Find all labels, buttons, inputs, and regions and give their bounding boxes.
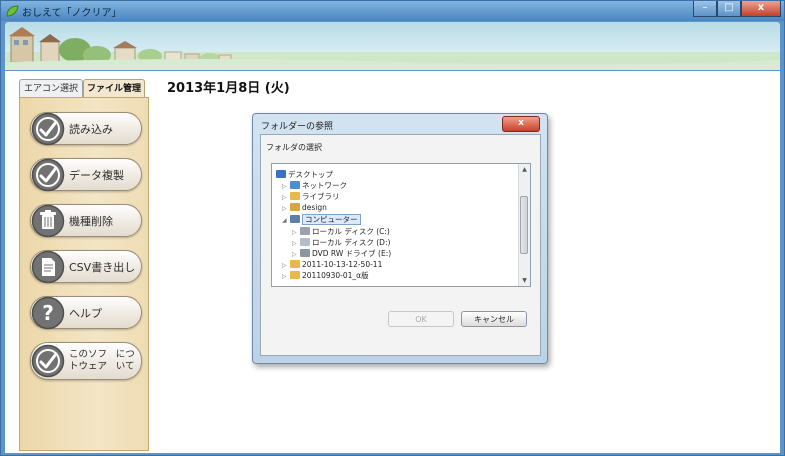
header-banner — [5, 22, 780, 70]
svg-text:?: ? — [42, 301, 54, 325]
tree-item-folder-20110930[interactable]: ▷ 20110930-01_α版 — [282, 270, 369, 282]
csv-export-button[interactable]: CSV書き出し — [30, 250, 142, 284]
current-date: 2013年1月8日 (火) — [167, 81, 290, 96]
dvd-icon — [300, 249, 310, 257]
folder-icon — [290, 271, 300, 279]
computer-icon — [290, 215, 300, 223]
drive-icon — [300, 238, 310, 246]
library-icon — [290, 192, 300, 200]
load-button-label: 読み込み — [69, 122, 113, 136]
about-button[interactable]: このソフトウェア について — [30, 342, 142, 380]
about-label-line2: について — [115, 349, 135, 372]
tab-file-management[interactable]: ファイル管理 — [83, 79, 145, 97]
tree-scrollbar[interactable]: ▲ ▼ — [518, 164, 530, 286]
cancel-button[interactable]: キャンセル — [461, 311, 527, 327]
scrollbar-thumb[interactable] — [520, 196, 528, 254]
trash-icon — [31, 204, 65, 238]
ok-button[interactable]: OK — [388, 311, 454, 327]
load-button[interactable]: 読み込み — [30, 112, 142, 146]
user-folder-icon — [290, 203, 300, 211]
help-button[interactable]: ? ヘルプ — [30, 296, 142, 330]
minimize-button[interactable]: – — [693, 1, 717, 17]
about-button-label: このソフトウェア について — [69, 343, 139, 379]
dialog-body: フォルダの選択 デスクトップ ▷ネットワーク ▷ライブラリ ▷design — [260, 134, 541, 356]
duplicate-data-button[interactable]: データ複製 — [30, 158, 142, 192]
tree-item-label: DVD RW ドライブ (E:) — [312, 249, 392, 258]
about-label-line1: このソフトウェア — [69, 349, 108, 372]
maximize-button[interactable]: □ — [717, 1, 741, 17]
window-controls: – □ x — [693, 1, 781, 18]
desktop-icon — [276, 170, 286, 178]
duplicate-data-button-label: データ複製 — [69, 168, 124, 182]
check-icon — [31, 158, 65, 192]
scroll-up-arrow-icon[interactable]: ▲ — [519, 164, 530, 175]
close-button[interactable]: x — [741, 1, 781, 17]
tree-item-label: ネットワーク — [302, 181, 347, 190]
tree-item-label: デスクトップ — [288, 170, 333, 179]
question-icon: ? — [31, 296, 65, 330]
tree-item-label: ライブラリ — [302, 192, 340, 201]
check-icon — [31, 344, 65, 378]
help-button-label: ヘルプ — [69, 306, 102, 320]
csv-export-button-label: CSV書き出し — [69, 260, 136, 274]
delete-model-button[interactable]: 機種削除 — [30, 204, 142, 238]
dialog-instruction: フォルダの選択 — [266, 143, 322, 152]
tree-item-label: コンピューター — [302, 214, 361, 225]
folder-icon — [290, 260, 300, 268]
tree-item-design[interactable]: ▷ design — [282, 202, 327, 214]
collapse-arrow-icon[interactable]: ◢ — [282, 215, 290, 227]
sidebar-panel: 読み込み データ複製 機種削除 CSV書き出し ? ヘルプ このソフトウェア に… — [19, 97, 149, 451]
window-title: おしえて「ノクリア」 — [22, 8, 122, 19]
scroll-down-arrow-icon[interactable]: ▼ — [519, 275, 530, 286]
drive-icon — [300, 227, 310, 235]
tree-item-label: design — [302, 203, 327, 212]
app-window: おしえて「ノクリア」 – □ x エアコン選択 ファイル管理 読み込み データ複… — [0, 0, 785, 456]
dialog-title: フォルダーの参照 — [261, 122, 334, 132]
tab-aircon-select[interactable]: エアコン選択 — [19, 79, 83, 97]
leaf-icon — [6, 5, 19, 17]
dialog-close-button[interactable]: x — [502, 116, 540, 132]
delete-model-button-label: 機種削除 — [69, 214, 113, 228]
client-area: エアコン選択 ファイル管理 読み込み データ複製 機種削除 CSV書き出し ? … — [5, 71, 780, 453]
tree-item-label: ローカル ディスク (D:) — [312, 238, 391, 247]
tree-item-label: 20110930-01_α版 — [302, 271, 369, 280]
network-icon — [290, 181, 300, 189]
check-icon — [31, 112, 65, 146]
tree-item-label: 2011-10-13-12-50-11 — [302, 260, 383, 269]
tree-item-label: ローカル ディスク (C:) — [312, 227, 390, 236]
folder-browse-dialog: フォルダーの参照 x フォルダの選択 デスクトップ ▷ ネットワーク ▷ ライブラリ… — [252, 113, 548, 364]
tree-item-computer[interactable]: ◢ コンピューター — [282, 214, 361, 226]
townscape-illustration — [5, 27, 780, 70]
document-icon — [31, 250, 65, 284]
folder-tree[interactable]: デスクトップ ▷ ネットワーク ▷ ライブラリ ▷ design ◢ コンピューター — [271, 163, 531, 287]
title-bar[interactable]: おしえて「ノクリア」 – □ x — [1, 1, 784, 21]
expand-arrow-icon[interactable]: ▷ — [282, 271, 290, 283]
